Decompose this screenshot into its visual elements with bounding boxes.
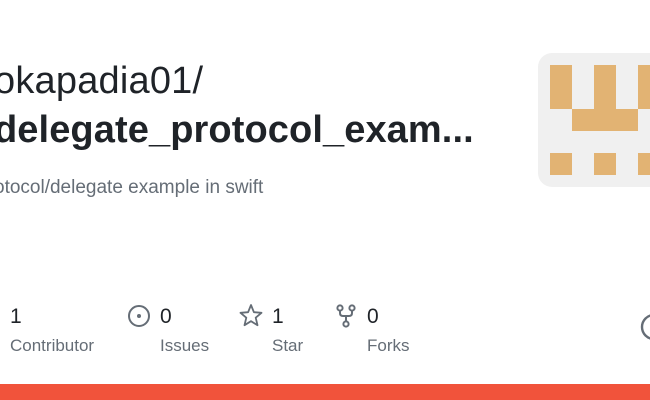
stat-value: 0 <box>367 305 379 328</box>
repo-description: otocol/delegate example in swift <box>0 177 264 198</box>
github-logo-icon <box>640 314 650 340</box>
stat-value: 1 <box>272 305 284 328</box>
stat-label: Star <box>272 336 304 355</box>
stat-label: Issues <box>160 336 210 355</box>
issue-opened-icon <box>128 305 150 327</box>
stat-value: 1 <box>10 305 22 328</box>
language-color-bar <box>0 384 650 400</box>
repository-social-card: okapadia01/ delegate_protocol_exam... ot… <box>0 0 650 400</box>
stat-value: 0 <box>160 305 172 328</box>
stat-issues[interactable]: 0 Issues <box>127 303 237 363</box>
star-icon <box>239 304 263 327</box>
identicon-icon <box>550 65 650 175</box>
stat-label: Contributor <box>10 336 95 355</box>
stat-stars[interactable]: 1 Star <box>239 303 329 363</box>
stat-forks[interactable]: 0 Forks <box>334 303 434 363</box>
repo-forked-icon <box>336 304 356 328</box>
repo-owner[interactable]: okapadia01/ <box>0 58 203 104</box>
stat-contributors[interactable]: 1 Contributor <box>0 303 110 363</box>
stat-label: Forks <box>367 336 410 355</box>
contributors-icon <box>0 303 4 329</box>
owner-avatar[interactable] <box>538 53 650 187</box>
repo-name[interactable]: delegate_protocol_exam... <box>0 106 474 154</box>
